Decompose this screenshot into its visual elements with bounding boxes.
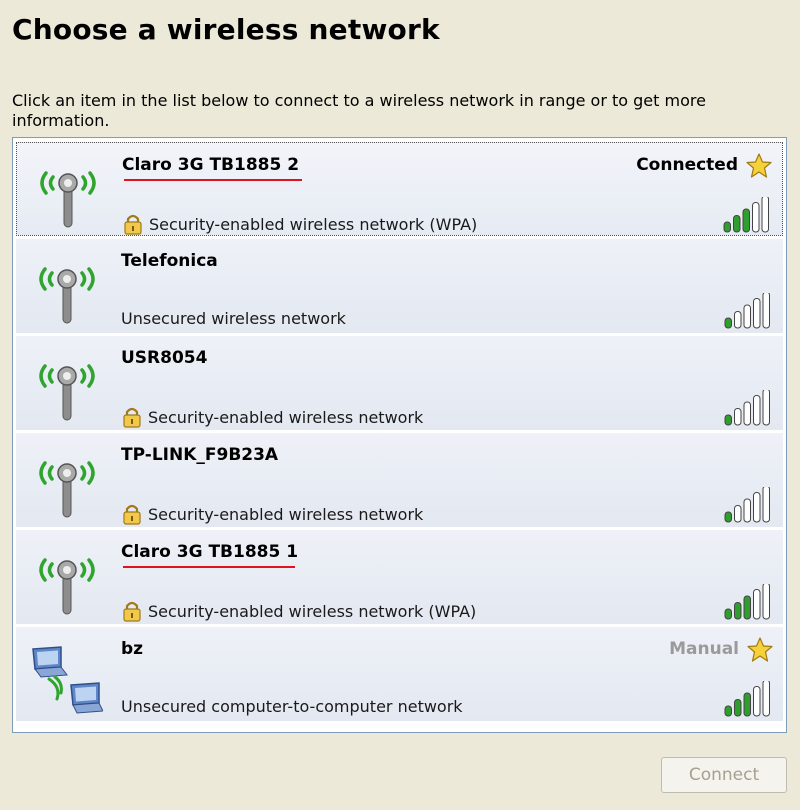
signal-bar xyxy=(724,511,732,523)
signal-bar xyxy=(733,215,741,233)
signal-strength-icon xyxy=(723,388,773,426)
signal-strength-icon xyxy=(723,582,773,620)
network-status: Manual xyxy=(669,639,739,659)
name-underline xyxy=(123,566,295,568)
name-underline xyxy=(124,179,302,181)
signal-bar xyxy=(724,705,732,717)
page-title: Choose a wireless network xyxy=(12,13,440,46)
antenna-icon xyxy=(31,253,103,327)
antenna-icon xyxy=(31,447,103,521)
signal-bar xyxy=(742,208,750,233)
network-security-label: Security-enabled wireless network (WPA) xyxy=(149,214,478,234)
network-item[interactable]: Claro 3G TB1885 1 Security-enabled wirel… xyxy=(16,530,783,624)
signal-bar xyxy=(753,298,761,329)
network-security-label: Security-enabled wireless network (WPA) xyxy=(148,601,477,621)
network-name: TP-LINK_F9B23A xyxy=(121,445,279,465)
signal-bar xyxy=(724,317,732,329)
signal-bar xyxy=(734,311,742,329)
network-security: Unsecured wireless network xyxy=(121,309,346,328)
network-item[interactable]: Claro 3G TB1885 2 Security-enabled wirel… xyxy=(16,142,783,236)
star-icon xyxy=(746,153,772,179)
network-item[interactable]: TP-LINK_F9B23A Security-enabled wireless… xyxy=(16,433,783,527)
signal-bar xyxy=(753,686,761,717)
lock-icon xyxy=(121,503,143,525)
signal-bar xyxy=(743,498,751,523)
signal-bar xyxy=(723,221,731,233)
network-security: Security-enabled wireless network xyxy=(121,406,423,428)
network-security: Security-enabled wireless network (WPA) xyxy=(121,600,476,622)
network-security: Unsecured computer-to-computer network xyxy=(121,697,463,716)
signal-bar xyxy=(762,679,770,717)
signal-bar xyxy=(753,395,761,426)
network-security-label: Unsecured computer-to-computer network xyxy=(121,697,463,716)
signal-bar xyxy=(762,582,770,620)
antenna-icon xyxy=(32,157,104,231)
connect-button[interactable]: Connect xyxy=(661,757,787,793)
lock-icon xyxy=(122,213,144,235)
network-name: USR8054 xyxy=(121,348,208,368)
signal-bar xyxy=(762,291,770,329)
lock-icon xyxy=(121,406,143,428)
network-security: Security-enabled wireless network xyxy=(121,503,423,525)
network-list[interactable]: Claro 3G TB1885 2 Security-enabled wirel… xyxy=(12,137,787,733)
network-name: bz xyxy=(121,639,144,659)
network-security-label: Security-enabled wireless network xyxy=(148,407,424,427)
signal-bar xyxy=(743,595,751,620)
antenna-icon xyxy=(31,544,103,618)
network-item[interactable]: USR8054 Security-enabled wireless networ… xyxy=(16,336,783,430)
signal-bar xyxy=(752,202,760,233)
signal-bar xyxy=(753,492,761,523)
signal-strength-icon xyxy=(723,679,773,717)
page-description: Click an item in the list below to conne… xyxy=(12,91,706,130)
signal-bar xyxy=(724,608,732,620)
signal-bar xyxy=(743,692,751,717)
network-name: Claro 3G TB1885 2 xyxy=(122,155,300,175)
signal-bar xyxy=(724,414,732,426)
signal-bar xyxy=(762,485,770,523)
signal-bar xyxy=(753,589,761,620)
lock-icon xyxy=(121,600,143,622)
network-security-label: Security-enabled wireless network xyxy=(148,504,424,524)
network-security-label: Unsecured wireless network xyxy=(121,309,346,328)
antenna-icon xyxy=(31,350,103,424)
signal-bar xyxy=(762,388,770,426)
signal-bar xyxy=(734,699,742,717)
computer-to-computer-icon xyxy=(31,641,104,715)
signal-bar xyxy=(734,408,742,426)
network-security: Security-enabled wireless network (WPA) xyxy=(122,213,477,235)
signal-strength-icon xyxy=(723,485,773,523)
signal-bar xyxy=(734,505,742,523)
signal-bar xyxy=(761,195,769,233)
signal-bar xyxy=(743,401,751,426)
signal-bar xyxy=(734,602,742,620)
star-icon xyxy=(747,637,773,663)
network-item[interactable]: bz Unsecured computer-to-computer network… xyxy=(16,627,783,721)
signal-strength-icon xyxy=(723,291,773,329)
network-name: Telefonica xyxy=(121,251,218,271)
network-status: Connected xyxy=(636,155,738,175)
signal-bar xyxy=(743,304,751,329)
signal-strength-icon xyxy=(722,195,772,233)
network-item[interactable]: Telefonica Unsecured wireless network xyxy=(16,239,783,333)
network-name: Claro 3G TB1885 1 xyxy=(121,542,299,562)
